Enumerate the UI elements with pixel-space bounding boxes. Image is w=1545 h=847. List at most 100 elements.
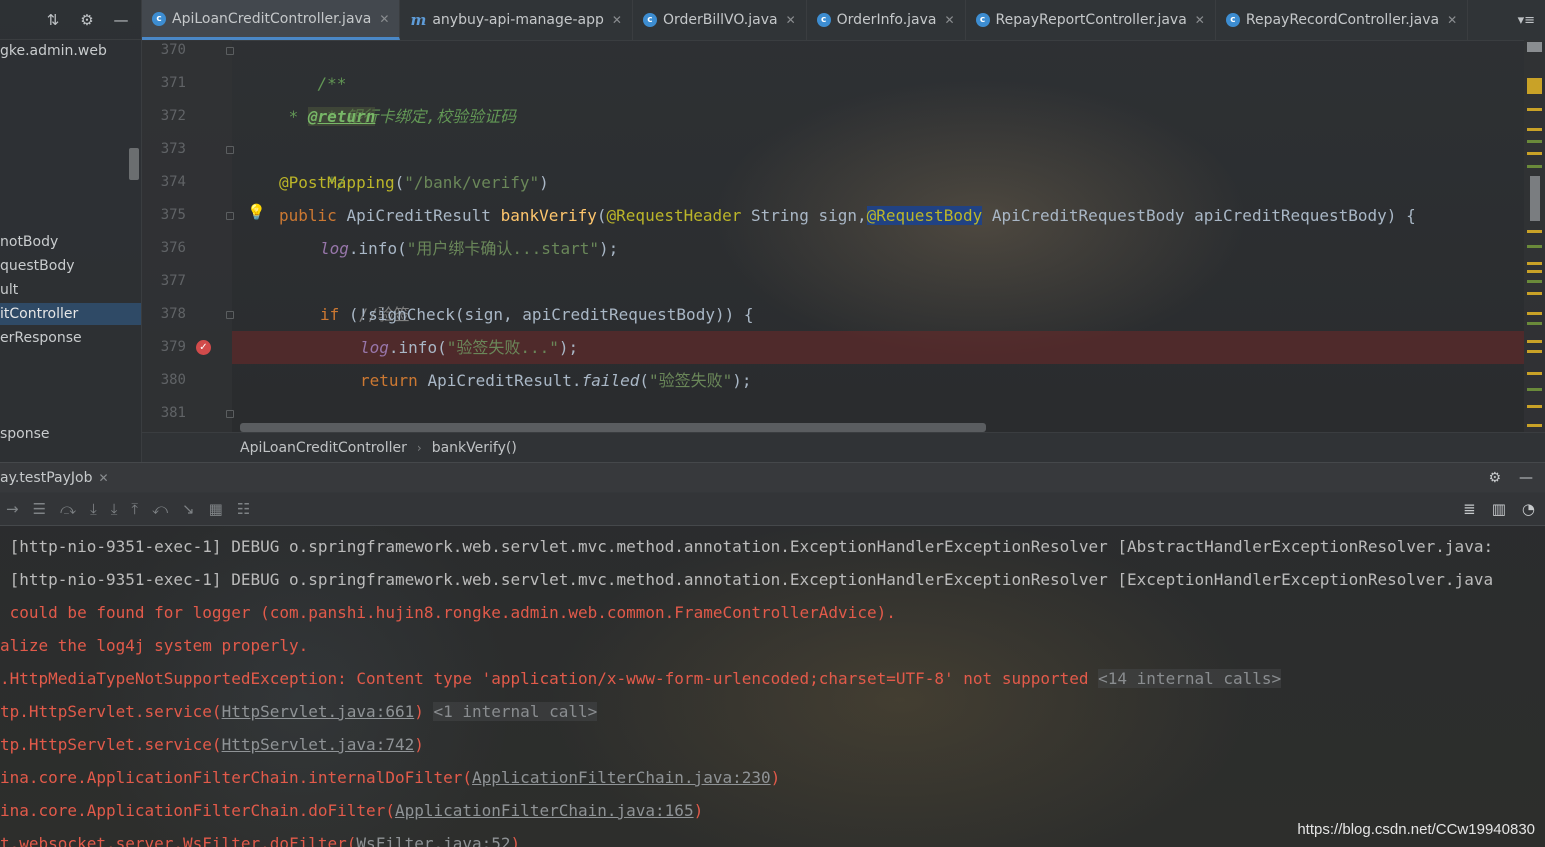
code-token: ( xyxy=(394,173,405,192)
tree-item[interactable]: erResponse xyxy=(0,327,141,349)
layout-icon[interactable]: ▥ xyxy=(1492,500,1506,518)
stripe-mark xyxy=(1527,165,1542,168)
tree-item[interactable]: ult xyxy=(0,279,141,301)
console-line: tp.HttpServlet.service(HttpServlet.java:… xyxy=(0,728,424,761)
code-token: @return xyxy=(307,107,376,126)
console-line: .HttpMediaTypeNotSupportedException: Con… xyxy=(0,662,1282,695)
list-icon[interactable]: ☰ xyxy=(33,500,46,518)
soft-wrap-icon[interactable]: ≣ xyxy=(1463,500,1476,518)
stack-link[interactable]: ApplicationFilterChain.java:165 xyxy=(395,801,694,820)
force-step-into-icon[interactable]: ⤓ xyxy=(111,500,118,518)
line-number: 370 xyxy=(160,42,186,58)
close-icon[interactable]: ✕ xyxy=(612,13,622,27)
run-toolbar: → ☰ ⤼ ⤓ ⤓ ⤒ ⤺ ↘ ▦ ☷ ≣ ▥ ◔ xyxy=(0,492,1545,526)
close-icon[interactable]: ✕ xyxy=(1195,13,1205,27)
run-to-cursor-icon[interactable]: ↘ xyxy=(182,500,195,518)
stripe-mark xyxy=(1527,152,1542,155)
console-text: ina.core.ApplicationFilterChain.doFilter… xyxy=(0,801,395,820)
console-text: tp.HttpServlet.service( xyxy=(0,702,222,721)
project-scrollbar[interactable] xyxy=(129,148,139,180)
code-line-breakpoint: log.info("验签失败..."); xyxy=(232,331,1524,364)
stack-link[interactable]: HttpServlet.java:661 xyxy=(222,702,415,721)
minimize-icon[interactable]: — xyxy=(111,10,131,30)
gear-icon[interactable]: ⚙ xyxy=(77,10,97,30)
stripe-mark xyxy=(1527,388,1542,391)
code-token: @RequestHeader xyxy=(606,206,742,225)
code-editor[interactable]: /** * 银行卡绑定,校验验证码 * @return */ @PostMapp… xyxy=(232,40,1524,432)
editor-horizontal-scrollbar[interactable] xyxy=(240,423,986,432)
breadcrumb-item[interactable]: bankVerify() xyxy=(432,440,517,456)
tree-item-selected[interactable]: itController xyxy=(0,303,141,325)
module-icon: m xyxy=(410,11,427,29)
code-token: ) xyxy=(539,173,549,192)
console-output[interactable]: [http-nio-9351-exec-1] DEBUG o.springfra… xyxy=(0,527,1545,847)
tab-label: anybuy-api-manage-app xyxy=(432,12,604,28)
code-line: log.info("用户绑卡确认...start"); xyxy=(232,232,1524,265)
internal-calls-fold[interactable]: <14 internal calls> xyxy=(1098,669,1282,688)
console-text: ) xyxy=(770,768,781,787)
code-token: "验签失败..." xyxy=(446,338,559,357)
close-icon[interactable]: ✕ xyxy=(1447,13,1457,27)
stack-link[interactable]: HttpServlet.java:742 xyxy=(222,735,415,754)
minimize-icon[interactable]: — xyxy=(1519,470,1533,486)
close-icon[interactable]: ✕ xyxy=(786,13,796,27)
code-token: failed xyxy=(581,371,640,390)
trace-icon[interactable]: ☷ xyxy=(237,500,250,518)
run-tab[interactable]: ay.testPayJob ✕ xyxy=(0,463,109,493)
error-stripe[interactable] xyxy=(1524,40,1545,432)
chevron-right-icon: › xyxy=(416,440,422,455)
tab-orderbillvo[interactable]: c OrderBillVO.java ✕ xyxy=(633,0,807,40)
collapse-all-icon[interactable]: ⇅ xyxy=(43,10,63,30)
console-line: [http-nio-9351-exec-1] DEBUG o.springfra… xyxy=(0,537,1494,556)
line-number: 381 xyxy=(160,405,186,421)
tab-repayrecordcontroller[interactable]: c RepayRecordController.java ✕ xyxy=(1216,0,1469,40)
step-out-icon[interactable]: ⤒ xyxy=(131,500,138,518)
console-text: ) xyxy=(414,735,424,754)
stripe-mark xyxy=(1527,262,1542,265)
code-token: bankVerify xyxy=(500,206,597,225)
close-icon[interactable]: ✕ xyxy=(98,471,108,485)
run-tab-label: ay.testPayJob xyxy=(0,470,93,486)
breadcrumb-item[interactable]: ApiLoanCreditController xyxy=(240,440,407,456)
code-token: "验签失败" xyxy=(649,371,733,390)
speed-icon[interactable]: ◔ xyxy=(1522,500,1535,518)
stripe-mark xyxy=(1527,108,1542,111)
console-line: t.websocket.server.WsFilter.doFilter(WsF… xyxy=(0,827,520,847)
stripe-mark xyxy=(1527,424,1542,427)
evaluate-icon[interactable]: ▦ xyxy=(209,500,223,518)
stripe-mark xyxy=(1527,230,1542,233)
tree-item[interactable]: sponse xyxy=(0,423,141,445)
gear-icon[interactable]: ⚙ xyxy=(1488,470,1501,486)
line-number: 375 xyxy=(160,207,186,223)
tabs-menu-icon[interactable]: ▾≡ xyxy=(1508,0,1545,40)
tab-anybuy-api-manage-app[interactable]: m anybuy-api-manage-app ✕ xyxy=(400,0,633,40)
class-icon: c xyxy=(975,13,990,27)
console-line: alize the log4j system properly. xyxy=(0,636,309,655)
step-over-icon[interactable]: ⤼ xyxy=(60,500,76,518)
close-icon[interactable]: ✕ xyxy=(379,12,389,26)
breakpoint-icon[interactable]: ✓ xyxy=(196,340,211,355)
stripe-mark xyxy=(1527,78,1542,94)
line-number: 377 xyxy=(160,273,186,289)
stripe-mark xyxy=(1527,312,1542,315)
stack-link[interactable]: ApplicationFilterChain.java:230 xyxy=(472,768,771,787)
tab-label: OrderBillVO.java xyxy=(662,12,778,28)
stripe-scroll-thumb[interactable] xyxy=(1530,176,1540,221)
tree-item[interactable]: notBody xyxy=(0,231,141,253)
redirect-icon[interactable]: → xyxy=(6,500,19,518)
close-icon[interactable]: ✕ xyxy=(944,13,954,27)
stack-link[interactable]: WsFilter.java:52 xyxy=(356,834,510,847)
tab-repayreportcontroller[interactable]: c RepayReportController.java ✕ xyxy=(966,0,1216,40)
tree-item[interactable]: questBody xyxy=(0,255,141,277)
tab-label: RepayReportController.java xyxy=(995,12,1187,28)
code-token: String sign, xyxy=(741,206,867,225)
line-number: 374 xyxy=(160,174,186,190)
step-into-icon[interactable]: ⤓ xyxy=(90,500,97,518)
tree-item-root[interactable]: gke.admin.web xyxy=(0,40,141,62)
drop-frame-icon[interactable]: ⤺ xyxy=(152,500,168,518)
code-token: ( xyxy=(596,206,607,225)
code-line: return ApiCreditResult.failed("验签失败"); xyxy=(232,364,1524,397)
code-token: "用户绑卡确认...start" xyxy=(406,239,600,258)
internal-calls-fold[interactable]: <1 internal call> xyxy=(433,702,598,721)
tab-orderinfo[interactable]: c OrderInfo.java ✕ xyxy=(807,0,966,40)
